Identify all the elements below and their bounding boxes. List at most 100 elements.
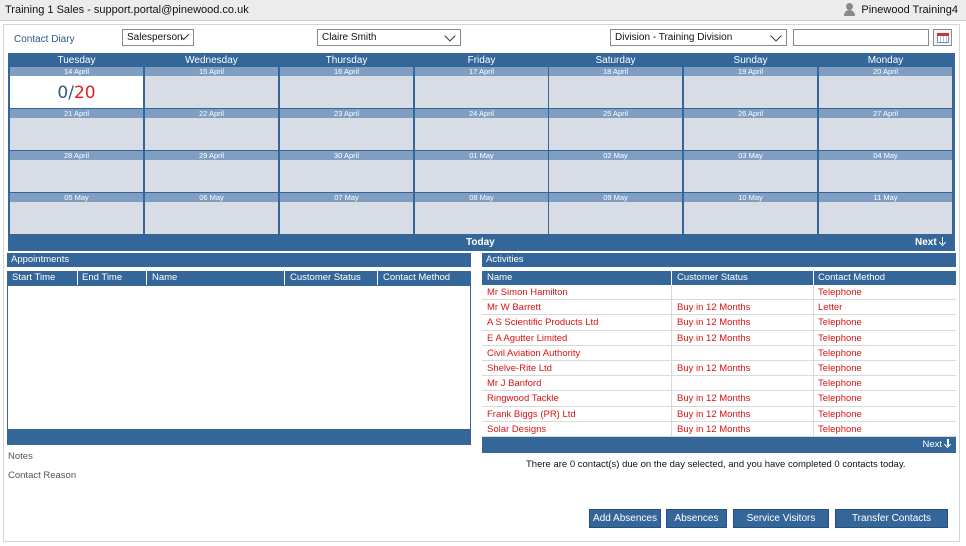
calendar-day-cell[interactable]: 17 April — [415, 67, 548, 108]
calendar-day-cell[interactable]: 22 April — [145, 109, 278, 150]
column-divider — [671, 285, 672, 300]
calendar-date-label: 24 April — [415, 109, 548, 118]
calendar-date-label: 17 April — [415, 67, 548, 76]
column-divider — [77, 271, 78, 285]
date-picker-button[interactable] — [933, 29, 952, 46]
table-row[interactable]: Solar Designs Buy in 12 Months Telephone — [482, 421, 956, 437]
calendar-date-label: 07 May — [280, 193, 413, 202]
table-row[interactable]: A S Scientific Products Ltd Buy in 12 Mon… — [482, 315, 956, 331]
column-divider — [813, 271, 814, 285]
activity-customer-status: Buy in 12 Months — [677, 317, 751, 329]
column-divider — [813, 330, 814, 346]
calendar-date-label: 05 May — [10, 193, 143, 202]
contact-count: 0/20 — [10, 83, 143, 103]
division-select[interactable]: Division - Training Division — [610, 29, 787, 46]
calendar-day-cell[interactable]: 01 May — [415, 151, 548, 192]
day-header-3: Friday — [467, 55, 496, 66]
calendar-date-label: 10 May — [684, 193, 817, 202]
absences-button[interactable]: Absences — [666, 509, 727, 528]
table-row[interactable]: Mr Simon Hamilton Telephone — [482, 285, 956, 301]
user-name: Pinewood Training4 — [861, 3, 958, 16]
calendar-date-label: 16 April — [280, 67, 413, 76]
column-divider — [284, 271, 285, 285]
calendar-day-cell[interactable]: 24 April — [415, 109, 548, 150]
calendar-day-cell[interactable]: 25 April — [549, 109, 682, 150]
table-row[interactable]: Mr J Banford Telephone — [482, 376, 956, 392]
today-link[interactable]: Today — [466, 237, 495, 248]
calendar-day-cell[interactable]: 08 May — [415, 193, 548, 234]
calendar-day-cell[interactable]: 30 April — [280, 151, 413, 192]
calendar-day-cell[interactable]: 28 April — [10, 151, 143, 192]
calendar-day-cell[interactable]: 20 April — [819, 67, 952, 108]
day-header-1: Wednesday — [185, 55, 238, 66]
col-customer-status[interactable]: Customer Status — [677, 272, 748, 283]
calendar-date-label: 23 April — [280, 109, 413, 118]
activity-customer-status: Buy in 12 Months — [677, 362, 751, 374]
calendar-day-cell[interactable]: 07 May — [280, 193, 413, 234]
col-start-time[interactable]: Start Time — [12, 272, 55, 283]
calendar-day-cell[interactable]: 27 April — [819, 109, 952, 150]
activity-contact-method: Telephone — [818, 347, 862, 359]
calendar-day-cell[interactable]: 02 May — [549, 151, 682, 192]
appointments-footer — [7, 430, 471, 445]
calendar-day-cell[interactable]: 16 April — [280, 67, 413, 108]
calendar-day-cell[interactable]: 15 April — [145, 67, 278, 108]
calendar-date-label: 22 April — [145, 109, 278, 118]
col-end-time[interactable]: End Time — [82, 272, 122, 283]
col-name[interactable]: Name — [152, 272, 177, 283]
calendar-day-cell[interactable]: 29 April — [145, 151, 278, 192]
column-divider — [813, 421, 814, 437]
table-row[interactable]: E A Agutter Limited Buy in 12 Months Telep… — [482, 330, 956, 346]
table-row[interactable]: Ringwood Tackle Buy in 12 Months Telephone — [482, 391, 956, 407]
calendar-day-cell[interactable]: 03 May — [684, 151, 817, 192]
person-select-value: Claire Smith — [322, 32, 377, 43]
add-absences-button[interactable]: Add Absences — [589, 509, 661, 528]
activities-header: Activities — [482, 253, 956, 267]
salesperson-select[interactable]: Salesperson — [122, 29, 194, 46]
calendar-day-cell[interactable]: 11 May — [819, 193, 952, 234]
calendar-day-cell[interactable]: 18 April — [549, 67, 682, 108]
calendar-date-label: 01 May — [415, 151, 548, 160]
col-name[interactable]: Name — [487, 272, 512, 283]
column-divider — [671, 345, 672, 361]
column-divider — [146, 271, 147, 285]
calendar-day-cell[interactable]: 21 April — [10, 109, 143, 150]
calendar-day-cell[interactable]: 14 April 0/20 — [10, 67, 143, 108]
table-row[interactable]: Frank Biggs (PR) Ltd Buy in 12 Months Tele… — [482, 406, 956, 422]
calendar-day-cell[interactable]: 05 May — [10, 193, 143, 234]
col-contact-method[interactable]: Contact Method — [818, 272, 885, 283]
activity-contact-method: Telephone — [818, 317, 862, 329]
date-input[interactable] — [793, 29, 929, 46]
person-select[interactable]: Claire Smith — [317, 29, 461, 46]
calendar-day-cell[interactable]: 10 May — [684, 193, 817, 234]
col-customer-status[interactable]: Customer Status — [290, 272, 361, 283]
calendar-icon — [937, 33, 949, 43]
user-menu[interactable]: Pinewood Training4 — [843, 3, 958, 16]
column-divider — [813, 391, 814, 407]
col-contact-method[interactable]: Contact Method — [383, 272, 450, 283]
calendar-date-label: 02 May — [549, 151, 682, 160]
transfer-contacts-button[interactable]: Transfer Contacts — [835, 509, 948, 528]
user-icon — [843, 3, 856, 16]
activity-contact-method: Telephone — [818, 378, 862, 390]
table-row[interactable]: Civil Aviation Authority Telephone — [482, 345, 956, 361]
service-visitors-button[interactable]: Service Visitors — [733, 509, 829, 528]
table-row[interactable]: Mr W Barrett Buy in 12 Months Letter — [482, 300, 956, 316]
calendar-day-cell[interactable]: 26 April — [684, 109, 817, 150]
contact-diary-label: Contact Diary — [14, 34, 75, 45]
activities-next-link[interactable]: Next — [922, 439, 951, 450]
activity-contact-method: Telephone — [818, 362, 862, 374]
calendar-day-cell[interactable]: 06 May — [145, 193, 278, 234]
column-divider — [813, 300, 814, 316]
calendar-date-label: 20 April — [819, 67, 952, 76]
calendar-next-link[interactable]: Next — [915, 237, 946, 248]
calendar-day-cell[interactable]: 23 April — [280, 109, 413, 150]
calendar-day-cell[interactable]: 09 May — [549, 193, 682, 234]
calendar-day-cell[interactable]: 04 May — [819, 151, 952, 192]
column-divider — [813, 285, 814, 300]
activities-footer: Next — [482, 437, 956, 453]
activity-customer-status: Buy in 12 Months — [677, 393, 751, 405]
table-row[interactable]: Shelve-Rite Ltd Buy in 12 Months Telephone — [482, 360, 956, 377]
calendar-day-cell[interactable]: 19 April — [684, 67, 817, 108]
activity-contact-method: Telephone — [818, 287, 862, 298]
